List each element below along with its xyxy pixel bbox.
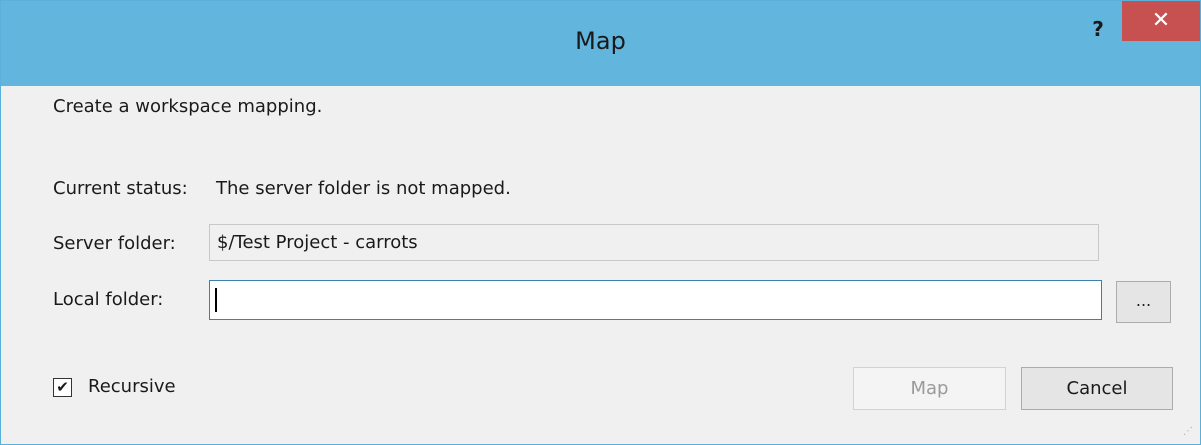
cancel-button[interactable]: Cancel (1021, 367, 1173, 410)
dialog-description: Create a workspace mapping. (53, 96, 323, 117)
current-status-value: The server folder is not mapped. (216, 178, 511, 199)
checkmark-icon: ✔ (56, 378, 69, 396)
map-button[interactable]: Map (853, 367, 1006, 410)
resize-grip-icon[interactable]: ⋰ (1181, 425, 1195, 439)
browse-button[interactable]: ... (1116, 281, 1171, 323)
title-bar[interactable]: Map ? ✕ (1, 1, 1200, 86)
close-button[interactable]: ✕ (1122, 1, 1200, 41)
current-status-label: Current status: (53, 178, 188, 199)
window-title: Map (575, 27, 626, 55)
local-folder-label: Local folder: (53, 289, 164, 310)
recursive-checkbox[interactable]: ✔ (53, 378, 72, 397)
server-folder-label: Server folder: (53, 233, 176, 254)
text-caret (215, 288, 217, 312)
help-button[interactable]: ? (1084, 15, 1112, 43)
close-icon: ✕ (1151, 8, 1171, 33)
server-folder-field[interactable]: $/Test Project - carrots (209, 224, 1099, 261)
recursive-label[interactable]: Recursive (88, 376, 176, 397)
local-folder-input[interactable] (209, 280, 1102, 320)
map-dialog: Map ? ✕ Create a workspace mapping. Curr… (0, 0, 1201, 445)
